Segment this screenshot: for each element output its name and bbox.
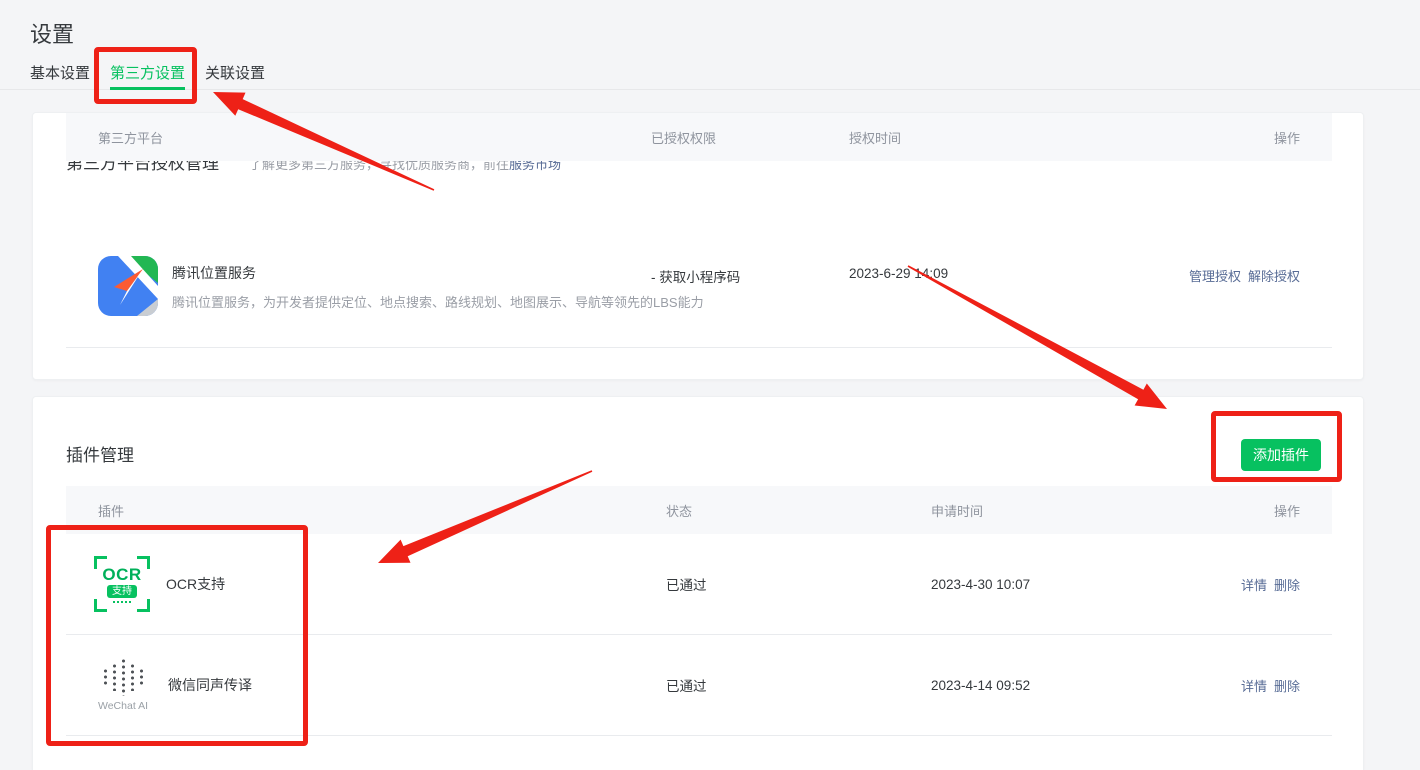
ocr-plugin-icon: OCR 支持 bbox=[94, 556, 150, 612]
plugin-actions-cell: 详情 删除 bbox=[1162, 676, 1332, 695]
platform-description: 腾讯位置服务，为开发者提供定位、地点搜索、路线规划、地图展示、导航等领先的LBS… bbox=[172, 292, 704, 311]
plugin-col-status: 状态 bbox=[666, 501, 931, 520]
plugin-table-header: 插件 状态 申请时间 操作 bbox=[66, 486, 1332, 534]
auth-col-platform: 第三方平台 bbox=[66, 128, 651, 147]
add-plugin-button[interactable]: 添加插件 bbox=[1241, 439, 1321, 471]
plugin-time-cell: 2023-4-30 10:07 bbox=[931, 577, 1162, 592]
auth-actions-cell: 管理授权 解除授权 bbox=[1162, 246, 1332, 285]
tab-third-party-settings-label: 第三方设置 bbox=[110, 65, 185, 82]
platform-name: 腾讯位置服务 bbox=[172, 263, 704, 283]
plugin-name: 微信同声传译 bbox=[168, 675, 252, 695]
settings-tabbar: 基本设置 第三方设置 关联设置 bbox=[0, 60, 1420, 90]
plugin-cell-wechat-ai: WeChat AI 微信同声传译 bbox=[66, 658, 666, 712]
plugin-col-action: 操作 bbox=[1162, 501, 1332, 520]
plugin-cell-ocr: OCR 支持 OCR支持 bbox=[66, 556, 666, 612]
page-title: 设置 bbox=[30, 17, 74, 49]
tab-association-settings[interactable]: 关联设置 bbox=[205, 60, 265, 89]
ocr-corner-icon bbox=[137, 556, 150, 569]
platform-text: 腾讯位置服务 腾讯位置服务，为开发者提供定位、地点搜索、路线规划、地图展示、导航… bbox=[172, 263, 704, 311]
plugin-status-cell: 已通过 bbox=[666, 574, 931, 594]
plugin-card-title-row: 插件管理 bbox=[66, 441, 134, 466]
tencent-location-icon bbox=[98, 256, 158, 316]
tab-basic-settings[interactable]: 基本设置 bbox=[30, 60, 90, 89]
auth-management-card: 第三方平台授权管理 了解更多第三方服务，寻找优质服务商，前往服务市场 第三方平台… bbox=[32, 112, 1364, 380]
ocr-corner-icon bbox=[137, 599, 150, 612]
ocr-icon-text: OCR bbox=[102, 566, 141, 584]
plugin-card-title: 插件管理 bbox=[66, 441, 134, 466]
permission-cell: - 获取小程序码 bbox=[651, 246, 849, 286]
auth-col-action: 操作 bbox=[1162, 128, 1332, 147]
plugin-time-cell: 2023-4-14 09:52 bbox=[931, 678, 1162, 693]
plugin-delete-link[interactable]: 删除 bbox=[1274, 676, 1300, 695]
ocr-corner-icon bbox=[94, 599, 107, 612]
manage-auth-link[interactable]: 管理授权 bbox=[1189, 266, 1241, 285]
auth-table-header: 第三方平台 已授权权限 授权时间 操作 bbox=[66, 113, 1332, 161]
wechat-ai-caption: WeChat AI bbox=[98, 700, 148, 712]
wechat-ai-dots-icon bbox=[104, 658, 143, 696]
plugin-col-plugin: 插件 bbox=[66, 501, 666, 520]
plugin-name: OCR支持 bbox=[166, 574, 225, 594]
tab-basic-settings-label: 基本设置 bbox=[30, 65, 90, 82]
wechat-ai-icon: WeChat AI bbox=[94, 658, 152, 712]
platform-cell: 腾讯位置服务 腾讯位置服务，为开发者提供定位、地点搜索、路线规划、地图展示、导航… bbox=[66, 246, 651, 316]
auth-time-cell: 2023-6-29 14:09 bbox=[849, 246, 1162, 281]
auth-col-time: 授权时间 bbox=[849, 128, 1162, 147]
plugin-detail-link[interactable]: 详情 bbox=[1241, 676, 1267, 695]
ocr-icon-badge: 支持 bbox=[107, 585, 137, 598]
active-tab-underline bbox=[110, 87, 185, 90]
plugin-management-card: 插件管理 添加插件 插件 状态 申请时间 操作 OCR 支持 OCR支持 已通过… bbox=[32, 396, 1364, 770]
revoke-auth-link[interactable]: 解除授权 bbox=[1248, 266, 1300, 285]
auth-col-permission: 已授权权限 bbox=[651, 128, 849, 147]
tab-association-settings-label: 关联设置 bbox=[205, 65, 265, 82]
plugin-table-row-ocr: OCR 支持 OCR支持 已通过 2023-4-30 10:07 详情 删除 bbox=[66, 534, 1332, 635]
plugin-detail-link[interactable]: 详情 bbox=[1241, 575, 1267, 594]
auth-table-row-tencent-location: 腾讯位置服务 腾讯位置服务，为开发者提供定位、地点搜索、路线规划、地图展示、导航… bbox=[66, 246, 1332, 348]
ocr-corner-icon bbox=[94, 556, 107, 569]
plugin-actions-cell: 详情 删除 bbox=[1162, 575, 1332, 594]
plugin-delete-link[interactable]: 删除 bbox=[1274, 575, 1300, 594]
plugin-status-cell: 已通过 bbox=[666, 675, 931, 695]
plugin-col-time: 申请时间 bbox=[931, 501, 1162, 520]
tab-third-party-settings[interactable]: 第三方设置 bbox=[110, 60, 185, 89]
ocr-icon-dots bbox=[113, 601, 131, 603]
plugin-table-row-wechat-ai: WeChat AI 微信同声传译 已通过 2023-4-14 09:52 详情 … bbox=[66, 635, 1332, 736]
